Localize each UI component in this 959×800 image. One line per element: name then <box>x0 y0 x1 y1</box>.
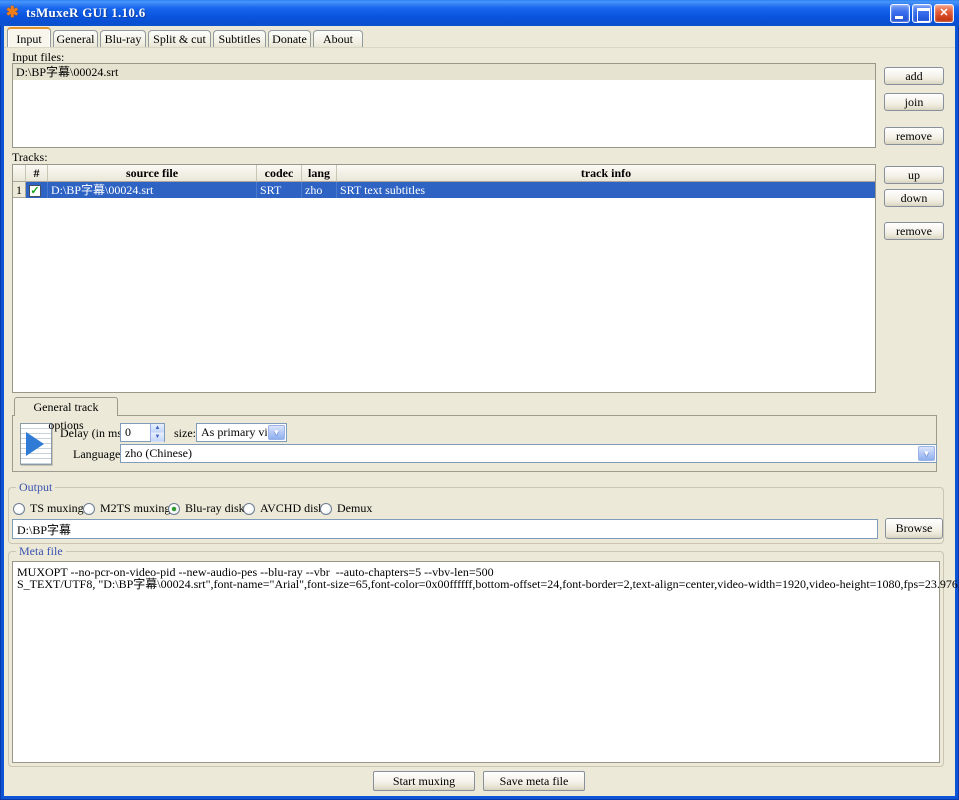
track-checkbox[interactable]: ✓ <box>29 185 41 197</box>
titlebar: ✱ tsMuxeR GUI 1.10.6 ✕ <box>0 0 959 26</box>
delay-value: 0 <box>125 425 131 439</box>
tracks-header: # source file codec lang track info <box>13 165 875 182</box>
start-muxing-button[interactable]: Start muxing <box>373 771 475 791</box>
radio-icon[interactable] <box>320 503 332 515</box>
tab-split-cut[interactable]: Split & cut <box>148 30 211 47</box>
radio-icon[interactable] <box>13 503 25 515</box>
size-combobox[interactable]: As primary video ▼ <box>196 423 287 442</box>
size-value: As primary video <box>197 424 267 441</box>
language-value: zho (Chinese) <box>121 445 917 462</box>
tab-general-track-options[interactable]: General track options <box>14 397 118 416</box>
remove-file-button[interactable]: remove <box>884 127 944 145</box>
close-button[interactable]: ✕ <box>934 4 954 23</box>
up-button[interactable]: up <box>884 166 944 184</box>
col-codec[interactable]: codec <box>257 165 302 182</box>
radio-label: AVCHD disk <box>260 501 324 516</box>
minimize-button[interactable] <box>890 4 910 23</box>
radio-demux[interactable]: Demux <box>320 501 372 516</box>
delay-spinner[interactable]: 0 ▲ ▼ <box>120 423 165 442</box>
output-path-input[interactable] <box>12 519 878 539</box>
track-source: D:\BP字幕\00024.srt <box>48 182 257 198</box>
app-icon: ✱ <box>6 5 22 21</box>
add-button[interactable]: add <box>884 67 944 85</box>
tab-input[interactable]: Input <box>7 27 51 47</box>
input-files-list[interactable]: D:\BP字幕\00024.srt <box>12 63 876 148</box>
language-combobox[interactable]: zho (Chinese) ▼ <box>120 444 937 463</box>
tab-divider <box>4 47 955 48</box>
col-lang[interactable]: lang <box>302 165 337 182</box>
tab-about[interactable]: About <box>313 30 363 47</box>
size-label: size: <box>174 427 196 440</box>
tracks-label: Tracks: <box>12 151 48 164</box>
track-lang: zho <box>302 182 337 198</box>
radio-icon[interactable] <box>83 503 95 515</box>
app-window: ✱ tsMuxeR GUI 1.10.6 ✕ Input General Blu… <box>0 0 959 800</box>
col-source-file[interactable]: source file <box>48 165 257 182</box>
input-file-item[interactable]: D:\BP字幕\00024.srt <box>13 64 875 80</box>
spinner-down-icon[interactable]: ▼ <box>151 433 164 442</box>
chevron-down-icon[interactable]: ▼ <box>268 425 285 440</box>
radio-selected-icon[interactable] <box>168 503 180 515</box>
col-corner <box>13 165 26 182</box>
meta-file-label: Meta file <box>16 545 66 557</box>
save-meta-file-button[interactable]: Save meta file <box>483 771 585 791</box>
radio-avchd-disk[interactable]: AVCHD disk <box>243 501 324 516</box>
tracks-table[interactable]: # source file codec lang track info 1 ✓ … <box>12 164 876 393</box>
browse-button[interactable]: Browse <box>885 518 943 539</box>
meta-textarea[interactable]: MUXOPT --no-pcr-on-video-pid --new-audio… <box>12 561 940 763</box>
radio-m2ts-muxing[interactable]: M2TS muxing <box>83 501 170 516</box>
tab-donate[interactable]: Donate <box>268 30 311 47</box>
track-codec: SRT <box>257 182 302 198</box>
tab-blu-ray[interactable]: Blu-ray <box>100 30 146 47</box>
language-label: Language: <box>73 448 124 461</box>
output-label: Output <box>16 481 55 493</box>
radio-ts-muxing[interactable]: TS muxing <box>13 501 84 516</box>
tab-general[interactable]: General <box>53 30 98 47</box>
track-row[interactable]: 1 ✓ D:\BP字幕\00024.srt SRT zho SRT text s… <box>13 182 875 198</box>
radio-blu-ray-disk[interactable]: Blu-ray disk <box>168 501 245 516</box>
join-button[interactable]: join <box>884 93 944 111</box>
radio-label: M2TS muxing <box>100 501 170 516</box>
col-checkbox[interactable]: # <box>26 165 48 182</box>
chevron-down-icon[interactable]: ▼ <box>918 446 935 461</box>
radio-icon[interactable] <box>243 503 255 515</box>
radio-label: Blu-ray disk <box>185 501 245 516</box>
track-info: SRT text subtitles <box>337 182 875 198</box>
radio-label: TS muxing <box>30 501 84 516</box>
tab-subtitles[interactable]: Subtitles <box>213 30 266 47</box>
radio-label: Demux <box>337 501 372 516</box>
col-track-info[interactable]: track info <box>337 165 875 182</box>
maximize-button[interactable] <box>912 4 932 23</box>
down-button[interactable]: down <box>884 189 944 207</box>
meta-line-2: S_TEXT/UTF8, "D:\BP字幕\00024.srt",font-na… <box>17 578 935 590</box>
subtitle-track-icon <box>20 423 52 465</box>
track-row-number: 1 <box>13 182 26 198</box>
remove-track-button[interactable]: remove <box>884 222 944 240</box>
spinner-up-icon[interactable]: ▲ <box>151 424 164 433</box>
window-title: tsMuxeR GUI 1.10.6 <box>26 5 146 21</box>
